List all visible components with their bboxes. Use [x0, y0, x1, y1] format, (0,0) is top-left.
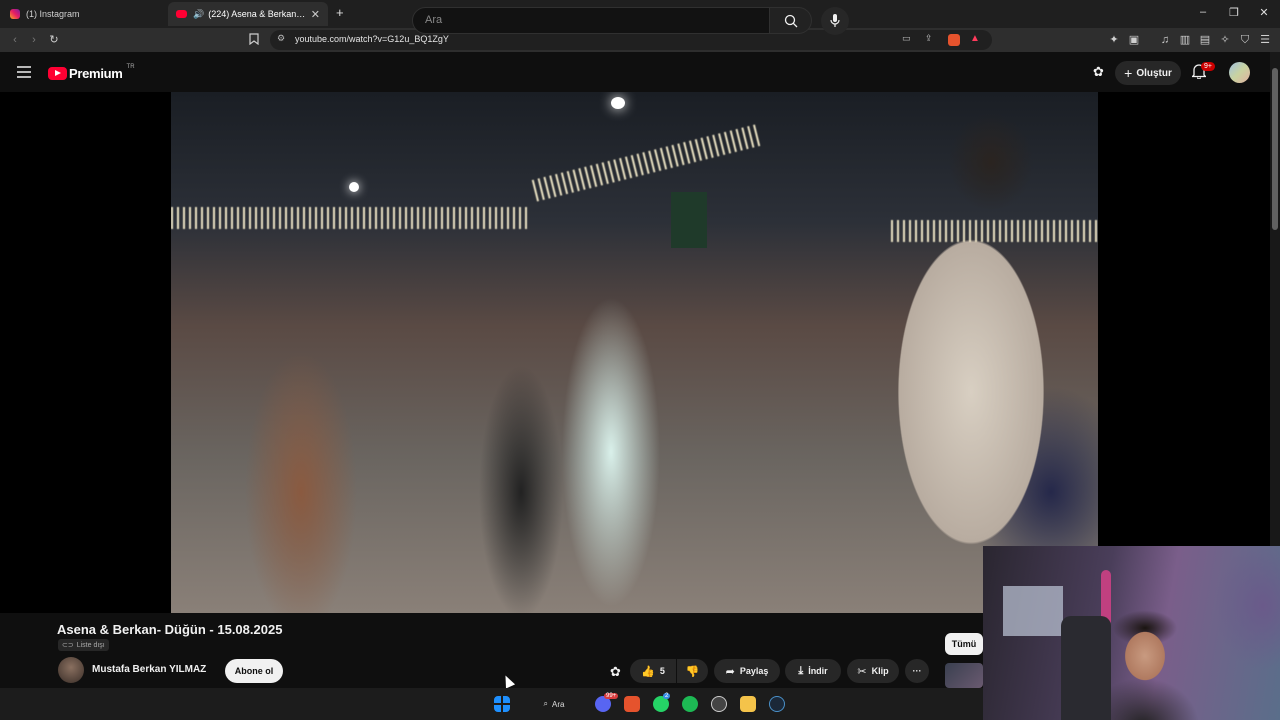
thumbs-up-icon: 👍 [641, 665, 655, 678]
tab-title: (224) Asena & Berkan- Düğün - 15.08.2025 [208, 9, 307, 19]
menu-icon[interactable]: ☰ [1258, 33, 1272, 47]
music-icon[interactable]: ♫ [1158, 33, 1172, 47]
share-icon: ➦ [725, 665, 735, 678]
windows-taskbar [0, 688, 983, 720]
back-icon[interactable]: ‹ [8, 33, 22, 47]
brave-shields-icon[interactable] [948, 34, 960, 46]
search-box[interactable] [412, 7, 770, 34]
account-avatar[interactable] [1229, 62, 1250, 83]
minimize-button[interactable]: – [1196, 6, 1210, 18]
sidebar-icon[interactable]: ▥ [1178, 33, 1192, 47]
leo-ai-icon[interactable]: ✧ [1218, 33, 1232, 47]
brave-browser-icon[interactable] [624, 696, 640, 712]
webcam-overlay [983, 546, 1280, 720]
search-input[interactable] [425, 14, 745, 26]
bookmark-icon[interactable] [247, 33, 261, 47]
recommended-thumbnail[interactable] [945, 663, 983, 688]
tab-title: (1) Instagram [26, 9, 80, 19]
cast-icon[interactable]: ▭ [902, 33, 911, 44]
video-title: Asena & Berkan- Düğün - 15.08.2025 [57, 622, 283, 637]
shelf-image [1003, 586, 1063, 636]
close-window-button[interactable]: ✕ [1257, 6, 1271, 19]
new-tab-button[interactable]: + [336, 5, 344, 20]
vpn-icon[interactable]: ⛉ [1238, 33, 1252, 47]
brave-rewards-icon[interactable]: ▲ [970, 33, 980, 44]
share-page-icon[interactable]: ⇪ [925, 33, 933, 44]
microphone-icon [830, 14, 840, 27]
speaker-icon[interactable]: 🔊 [193, 9, 204, 20]
chatgpt-icon[interactable] [711, 696, 727, 712]
extensions-icon[interactable]: ✦ [1107, 33, 1121, 47]
restore-button[interactable]: ❐ [1227, 6, 1241, 19]
ceiling-light [611, 97, 625, 109]
download-button[interactable]: ⤓ İndir [785, 659, 841, 683]
search-icon [784, 14, 798, 28]
create-button[interactable]: + Oluştur [1115, 61, 1181, 85]
logo-region: TR [126, 63, 135, 70]
taskbar-search[interactable]: ⌕ Ara [531, 695, 577, 713]
youtube-premium-logo[interactable]: Premium TR [48, 63, 135, 81]
close-tab-icon[interactable]: ✕ [311, 8, 320, 21]
url-text: youtube.com/watch?v=G12u_BQ1ZgY [295, 34, 449, 44]
visibility-badge: ⊂⊃ Liste dışı [58, 639, 109, 651]
link-icon: ⊂⊃ [62, 642, 74, 649]
download-icon: ⤓ [798, 664, 804, 677]
video-frame[interactable] [171, 92, 1098, 613]
like-button[interactable]: 👍 5 [630, 659, 676, 683]
forward-icon[interactable]: › [27, 33, 41, 47]
guide-menu-icon[interactable] [17, 65, 31, 78]
site-info-icon[interactable]: ⚙ [277, 33, 285, 44]
wallet-icon[interactable]: ▤ [1198, 33, 1212, 47]
dislike-button[interactable]: 👎 [677, 659, 708, 683]
gaming-chair-image [1061, 616, 1111, 720]
filter-chip-all[interactable]: Tümü [945, 633, 983, 655]
clip-button[interactable]: ✂ Klip [847, 659, 899, 683]
channel-avatar[interactable] [58, 657, 84, 683]
subscribe-button[interactable]: Abone ol [225, 659, 283, 683]
mouse-cursor [500, 673, 516, 689]
windows-start-icon[interactable] [494, 696, 510, 712]
more-actions-button[interactable]: ··· [905, 659, 929, 683]
speaker-box [671, 192, 707, 248]
string-lights [531, 124, 761, 202]
notification-badge: 9+ [1201, 62, 1215, 71]
ai-sparkle-icon[interactable]: ✿ [1093, 64, 1104, 80]
ceiling-light [349, 182, 359, 192]
scrollbar-thumb[interactable] [1272, 68, 1278, 230]
youtube-icon [176, 10, 187, 18]
share-button[interactable]: ➦ Paylaş [714, 659, 780, 683]
voice-search-button[interactable] [821, 7, 849, 35]
steam-icon[interactable] [769, 696, 785, 712]
youtube-masthead: Premium TR [0, 52, 1270, 92]
youtube-logo-icon [48, 67, 67, 80]
logo-text: Premium [69, 66, 123, 81]
plus-icon: + [1124, 65, 1133, 81]
scissors-icon: ✂ [857, 665, 867, 678]
discord-badge: 99+ [604, 693, 619, 699]
spotify-icon[interactable] [682, 696, 698, 712]
like-count: 5 [659, 666, 665, 676]
screenshot-icon[interactable]: ▣ [1127, 33, 1141, 47]
search-icon: ⌕ [543, 699, 549, 708]
reload-icon[interactable]: ↻ [47, 33, 61, 47]
visibility-text: Liste dışı [76, 641, 105, 649]
thumbs-down-icon: 👎 [685, 665, 700, 678]
instagram-icon [10, 9, 20, 19]
create-label: Oluştur [1136, 67, 1172, 79]
ask-ai-icon[interactable]: ✿ [610, 664, 621, 680]
share-label: Paylaş [739, 666, 769, 676]
search-button[interactable] [770, 7, 812, 34]
tab-youtube[interactable]: 🔊 (224) Asena & Berkan- Düğün - 15.08.20… [168, 2, 328, 26]
taskbar-search-label: Ara [552, 699, 565, 709]
clip-label: Klip [871, 666, 889, 676]
file-explorer-icon[interactable] [740, 696, 756, 712]
channel-name[interactable]: Mustafa Berkan YILMAZ [92, 664, 206, 675]
string-lights [171, 207, 531, 229]
download-label: İndir [808, 666, 828, 676]
tab-instagram[interactable]: (1) Instagram [2, 2, 166, 26]
string-lights [891, 220, 1098, 242]
